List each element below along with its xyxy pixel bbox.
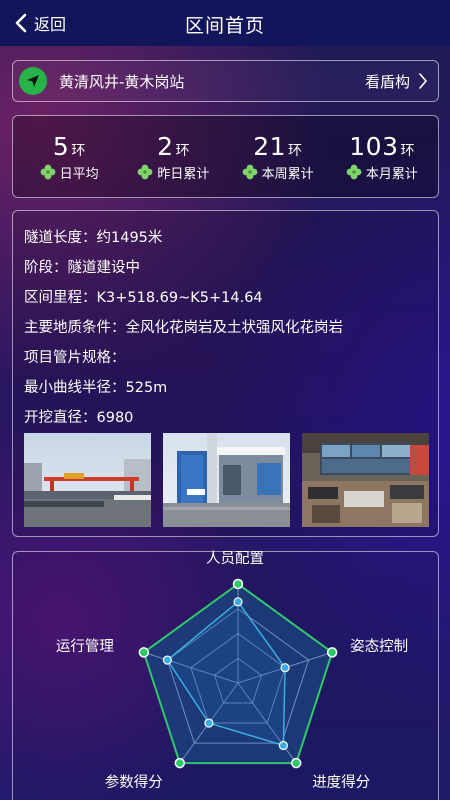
segment-spec: 项目管片规格： [24, 350, 126, 366]
stat-week-total: 21 环 本周累计 [226, 132, 330, 182]
stat-label: 本周累计 [261, 166, 314, 182]
stat-yesterday-total: 2环 昨日累计 [121, 132, 225, 182]
route-card[interactable]: 黄清风井-黄木岗站 看盾构 [12, 60, 439, 102]
route-name: 黄清风井-黄木岗站 [59, 72, 185, 91]
chevron-right-icon [419, 73, 427, 89]
stat-unit: 环 [175, 142, 190, 159]
stat-value: 2 [157, 131, 174, 161]
site-photos [24, 433, 429, 527]
site-photo-gate[interactable] [163, 433, 290, 527]
section-info-card: 隧道长度：约1495米 阶段：隧道建设中 区间里程：K3+518.69~K5+1… [12, 210, 439, 537]
section-mileage: 区间里程：K3+518.69~K5+14.64 [24, 290, 263, 306]
stat-label: 本月累计 [365, 166, 418, 182]
stat-value: 103 [349, 131, 399, 161]
radar-point-score [280, 663, 290, 673]
score-radar-card: 人员配置 姿态控制 进度得分 参数得分 运行管理 [12, 551, 439, 800]
ring-stats-card: 5环 日平均 2环 昨日累计 21 环 本周累计 103 环 本月累计 [12, 115, 439, 198]
stat-value: 5 [52, 131, 70, 161]
radar-point-score [278, 740, 288, 751]
view-shield-machine-label: 看盾构 [364, 72, 410, 91]
clover-icon [40, 164, 56, 180]
stat-unit: 环 [288, 142, 303, 159]
construction-stage: 阶段：隧道建设中 [24, 260, 140, 276]
axis-label-attitude-control: 姿态控制 [350, 639, 409, 656]
tunnel-length: 隧道长度：约1495米 [24, 230, 163, 246]
radar-point-score [162, 655, 172, 665]
radar-point-max [138, 647, 150, 658]
clover-icon [242, 164, 258, 180]
stat-label: 昨日累计 [157, 166, 210, 182]
min-curve-radius: 最小曲线半径：525m [24, 380, 168, 396]
stat-unit: 环 [71, 142, 86, 159]
stat-month-total: 103 环 本月累计 [330, 132, 434, 182]
radar-point-max [174, 757, 186, 769]
radar-point-max [326, 647, 338, 658]
radar-point-max [232, 578, 244, 590]
header-bar: 返回 区间首页 [0, 0, 450, 46]
axis-label-operation-management: 运行管理 [55, 639, 114, 656]
axis-label-parameter-score: 参数得分 [104, 775, 163, 792]
clover-icon [137, 164, 153, 180]
site-photo-crane[interactable] [24, 433, 151, 527]
stat-unit: 环 [400, 142, 415, 159]
view-shield-machine-link[interactable]: 看盾构 [365, 71, 428, 92]
navigation-arrow-icon [19, 67, 47, 95]
stat-value: 21 [253, 131, 287, 161]
stat-daily-average: 5环 日平均 [17, 132, 121, 182]
score-radar-chart [138, 578, 338, 769]
page-title: 区间首页 [184, 15, 265, 37]
radar-point-max [290, 757, 302, 769]
axis-label-staffing: 人员配置 [206, 551, 264, 567]
geology-conditions: 主要地质条件：全风化花岗岩及土状强风化花岗岩 [24, 320, 343, 336]
axis-label-progress-score: 进度得分 [312, 775, 371, 792]
site-photo-control-room[interactable] [302, 433, 429, 527]
radar-point-score [204, 718, 214, 728]
stat-label: 日平均 [59, 166, 99, 182]
clover-icon [346, 164, 362, 180]
radar-point-score [233, 597, 243, 607]
